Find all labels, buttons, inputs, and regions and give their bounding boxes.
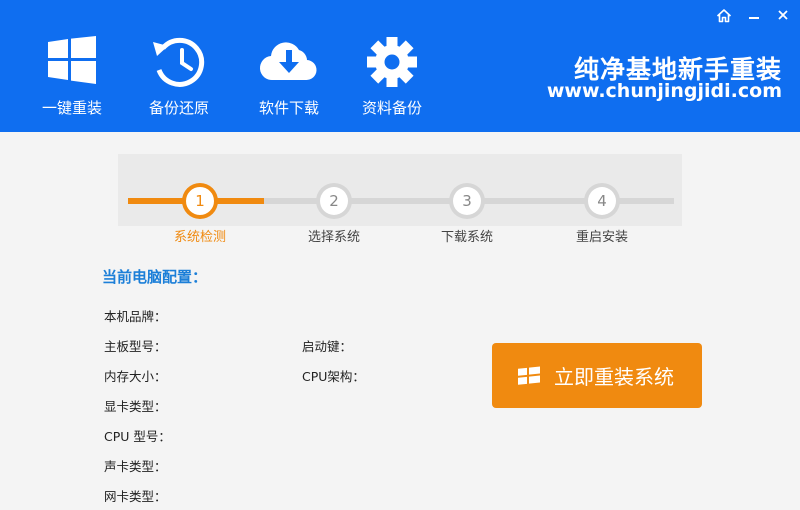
backup-restore-icon <box>134 36 224 92</box>
spec-boot-key: 启动键： <box>302 339 353 354</box>
step-number: 2 <box>320 187 348 215</box>
nav-label: 备份还原 <box>148 99 209 117</box>
progress-stepper: 1 2 3 4 系统检测 选择系统 下载系统 重启安装 <box>118 154 682 245</box>
nav-software-download[interactable]: 软件下载 <box>244 36 334 118</box>
step-1-label: 系统检测 <box>173 230 226 245</box>
nav-label: 软件下载 <box>258 99 319 117</box>
step-4-indicator: 4 <box>584 183 620 219</box>
spec-brand: 本机品牌： <box>104 309 167 324</box>
nav-label: 一键重装 <box>41 99 102 117</box>
close-icon[interactable] <box>772 6 794 24</box>
spec-motherboard: 主板型号： <box>104 339 167 354</box>
step-number: 1 <box>186 187 214 215</box>
cloud-download-icon <box>244 36 334 92</box>
spec-sound-card: 声卡类型： <box>104 459 167 474</box>
windows-logo-icon <box>516 364 542 388</box>
home-icon[interactable] <box>713 6 735 24</box>
nav-backup-restore[interactable]: 备份还原 <box>134 36 224 118</box>
app-header: 一键重装 备份还原 软件下载 资料备份 纯净基地新手重装 www.chunjin… <box>0 0 800 132</box>
nav-label: 资料备份 <box>361 99 422 117</box>
step-2-indicator: 2 <box>316 183 352 219</box>
step-3-label: 下载系统 <box>440 230 493 245</box>
step-3-indicator: 3 <box>449 183 485 219</box>
step-2-label: 选择系统 <box>307 230 360 245</box>
brand-url: www.chunjingjidi.com <box>546 80 782 102</box>
step-4-label: 重启安装 <box>575 230 628 245</box>
spec-network-card: 网卡类型： <box>104 489 167 504</box>
windows-logo-icon <box>27 36 117 92</box>
minimize-icon[interactable] <box>743 6 765 24</box>
reinstall-now-label: 立即重装系统 <box>554 365 674 389</box>
gear-icon <box>347 36 437 92</box>
spec-memory: 内存大小： <box>104 369 167 384</box>
config-section-title: 当前电脑配置： <box>102 268 208 286</box>
main-content: 1 2 3 4 系统检测 选择系统 下载系统 重启安装 当前电脑配置： 本机品牌… <box>0 132 800 510</box>
nav-data-backup[interactable]: 资料备份 <box>347 36 437 118</box>
step-number: 3 <box>453 187 481 215</box>
spec-cpu-model: CPU 型号： <box>104 429 171 444</box>
nav-one-click-reinstall[interactable]: 一键重装 <box>27 36 117 118</box>
step-1-indicator: 1 <box>182 183 218 219</box>
step-number: 4 <box>588 187 616 215</box>
spec-cpu-arch: CPU架构： <box>302 369 365 384</box>
spec-graphics: 显卡类型： <box>104 399 167 414</box>
reinstall-now-button[interactable]: 立即重装系统 <box>492 343 702 408</box>
